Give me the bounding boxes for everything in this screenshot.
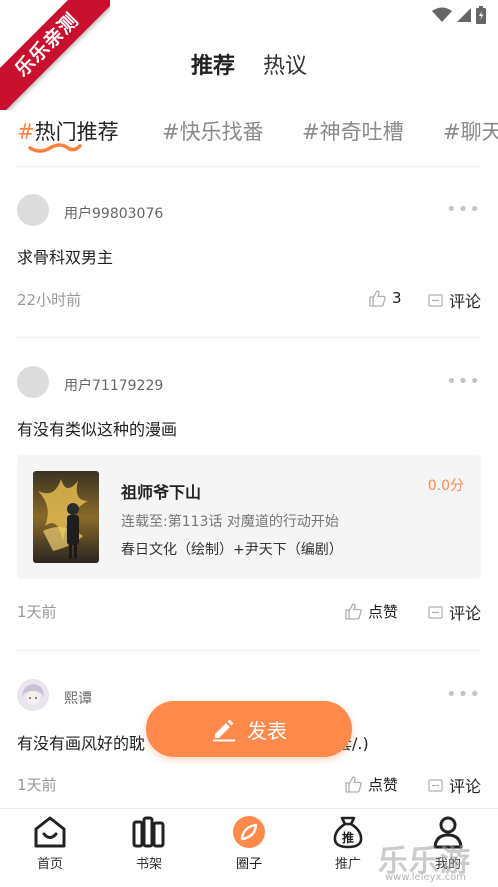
battery-icon — [476, 6, 486, 24]
comment-icon — [428, 605, 443, 619]
nav-label: 首页 — [36, 857, 63, 872]
post-time: 1天前 — [17, 776, 57, 794]
comment-label: 评论 — [448, 292, 481, 311]
topic-label: 神奇吐槽 — [319, 120, 404, 144]
post-text: 有没有画风好的耽 — [17, 734, 146, 753]
nav-label: 书架 — [135, 857, 162, 872]
watermark-url: www.leleyx.com — [384, 872, 466, 883]
thumbs-up-icon — [369, 289, 386, 307]
user-name[interactable]: 用户71179229 — [64, 375, 163, 395]
pencil-icon — [213, 719, 235, 742]
avatar[interactable] — [17, 366, 49, 398]
nav-promotion[interactable]: 推 推广 — [308, 815, 388, 885]
comic-update-status: 连载至:第113话 对魔道的行动开始 — [121, 514, 339, 530]
user-name[interactable]: 用户99803076 — [64, 203, 163, 223]
topic-chat[interactable]: #聊天 — [443, 116, 498, 146]
topic-rant[interactable]: #神奇吐槽 — [302, 116, 404, 146]
topic-hash: # — [443, 120, 461, 144]
comic-title: 祖师爷下山 — [121, 483, 202, 502]
post-card[interactable]: 用户99803076 ••• 求骨科双男主 22小时前 3 评论 — [0, 167, 498, 337]
nav-home[interactable]: 首页 — [10, 815, 90, 885]
topic-row: #热门推荐 #快乐找番 #神奇吐槽 #聊天 — [0, 112, 498, 160]
bookshelf-icon — [132, 816, 165, 848]
tab-recommend[interactable]: 推荐 — [190, 48, 236, 88]
comment-button[interactable]: 评论 — [428, 288, 481, 312]
user-name[interactable]: 熙谭 — [64, 688, 92, 708]
signal-icon — [457, 8, 471, 22]
comic-cover-image[interactable] — [33, 471, 99, 563]
thumbs-up-icon — [345, 603, 362, 620]
like-button[interactable]: 点赞 — [345, 774, 398, 795]
nav-label: 推广 — [334, 857, 361, 872]
comic-score: 0.0分 — [427, 478, 464, 494]
comment-icon — [428, 778, 443, 792]
topic-hash: # — [302, 120, 320, 144]
nav-circle[interactable]: 圈子 — [209, 815, 289, 885]
post-time: 1天前 — [17, 603, 57, 621]
topic-label: 聊天 — [460, 120, 498, 144]
svg-text:推: 推 — [342, 830, 354, 845]
like-label: 点赞 — [368, 776, 399, 794]
topic-underline-swoosh — [28, 143, 82, 153]
publish-label: 发表 — [247, 718, 287, 743]
wifi-icon — [432, 7, 452, 22]
topic-label: 快乐找番 — [179, 120, 264, 144]
comment-button[interactable]: 评论 — [428, 600, 481, 624]
comic-card[interactable]: 祖师爷下山 0.0分 连载至:第113话 对魔道的行动开始 春日文化（绘制）+尹… — [17, 455, 481, 579]
post-time: 22小时前 — [17, 291, 82, 309]
topic-hash: # — [162, 120, 180, 144]
more-options-icon[interactable]: ••• — [446, 199, 481, 220]
topic-label: 热门推荐 — [34, 120, 119, 144]
watermark: 乐乐游戏 www.leleyx.com — [378, 834, 496, 887]
like-button[interactable]: 点赞 — [345, 601, 398, 622]
money-bag-icon: 推 — [333, 816, 363, 849]
circle-leaf-icon — [233, 816, 265, 848]
header-tabs: 推荐 热议 — [0, 48, 498, 88]
post-text: 有没有类似这种的漫画 — [17, 420, 178, 439]
nav-label: 圈子 — [235, 857, 262, 872]
comment-label: 评论 — [448, 777, 481, 796]
post-card[interactable]: 用户71179229 ••• 有没有类似这种的漫画 祖师爷下山 0.0分 连载至… — [0, 338, 498, 650]
more-options-icon[interactable]: ••• — [446, 371, 481, 392]
like-button[interactable]: 3 — [369, 289, 402, 307]
home-smile-icon — [34, 816, 66, 848]
comment-label: 评论 — [448, 604, 481, 623]
thumbs-up-icon — [345, 776, 362, 793]
nav-bookshelf[interactable]: 书架 — [109, 815, 189, 885]
topic-happy-find[interactable]: #快乐找番 — [162, 116, 264, 146]
comment-button[interactable]: 评论 — [428, 773, 481, 797]
post-text: 求骨科双男主 — [17, 248, 114, 267]
comic-credits: 春日文化（绘制）+尹天下（编剧） — [121, 542, 343, 558]
comment-icon — [428, 293, 443, 307]
avatar[interactable] — [17, 194, 49, 226]
more-options-icon[interactable]: ••• — [446, 684, 481, 705]
avatar[interactable] — [17, 679, 49, 711]
tab-hot-discussion[interactable]: 热议 — [263, 48, 307, 88]
like-label: 点赞 — [368, 603, 399, 621]
topic-hash: # — [17, 120, 35, 144]
like-label: 3 — [392, 289, 402, 307]
publish-button[interactable]: 发表 — [146, 701, 352, 757]
